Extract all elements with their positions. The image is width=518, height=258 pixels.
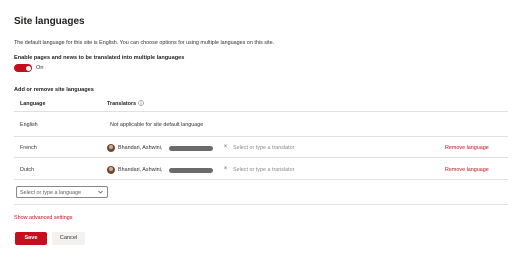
chevron-down-icon <box>98 190 103 194</box>
translator-name: Bhandari, Ashwini, <box>118 145 163 151</box>
close-icon[interactable]: × <box>223 144 228 150</box>
info-icon[interactable] <box>138 100 144 106</box>
row-divider <box>14 179 508 180</box>
column-header-translators: Translators <box>107 101 137 107</box>
add-language-placeholder: Select or type a language <box>20 189 82 196</box>
page-title: Site languages <box>14 16 85 27</box>
remove-language-dutch[interactable]: Remove language <box>445 167 489 173</box>
language-cell-english: English <box>20 122 38 128</box>
cancel-button[interactable]: Cancel <box>52 232 85 245</box>
languages-section-label: Add or remove site languages <box>14 87 94 93</box>
translation-toggle[interactable] <box>14 64 32 72</box>
language-cell-french: French <box>20 145 37 151</box>
translator-name: Bhandari, Ashwini, <box>118 167 163 173</box>
redacted-email <box>169 145 213 151</box>
column-header-language: Language <box>20 101 46 107</box>
translators-not-applicable: Not applicable for site default language <box>110 122 204 128</box>
translation-toggle-state: On <box>36 65 44 71</box>
row-divider <box>14 157 508 158</box>
toggle-knob <box>25 65 31 71</box>
translation-toggle-label: Enable pages and news to be translated i… <box>14 55 185 61</box>
save-button[interactable]: Save <box>15 232 47 245</box>
redacted-email <box>169 167 213 173</box>
translator-input[interactable]: Select or type a translator <box>233 145 294 151</box>
show-advanced-settings-link[interactable]: Show advanced settings <box>14 215 72 221</box>
remove-language-french[interactable]: Remove language <box>445 145 489 151</box>
table-header-divider <box>14 111 508 112</box>
row-divider <box>14 136 508 137</box>
avatar <box>107 165 115 174</box>
translator-input[interactable]: Select or type a translator <box>233 167 294 173</box>
avatar <box>107 143 115 152</box>
add-language-dropdown[interactable]: Select or type a language <box>16 186 108 198</box>
site-languages-page: Site languages The default language for … <box>0 0 518 258</box>
language-cell-dutch: Dutch <box>20 167 35 173</box>
close-icon[interactable]: × <box>223 166 228 172</box>
page-description: The default language for this site is En… <box>14 40 275 46</box>
table-bottom-divider <box>14 204 508 205</box>
